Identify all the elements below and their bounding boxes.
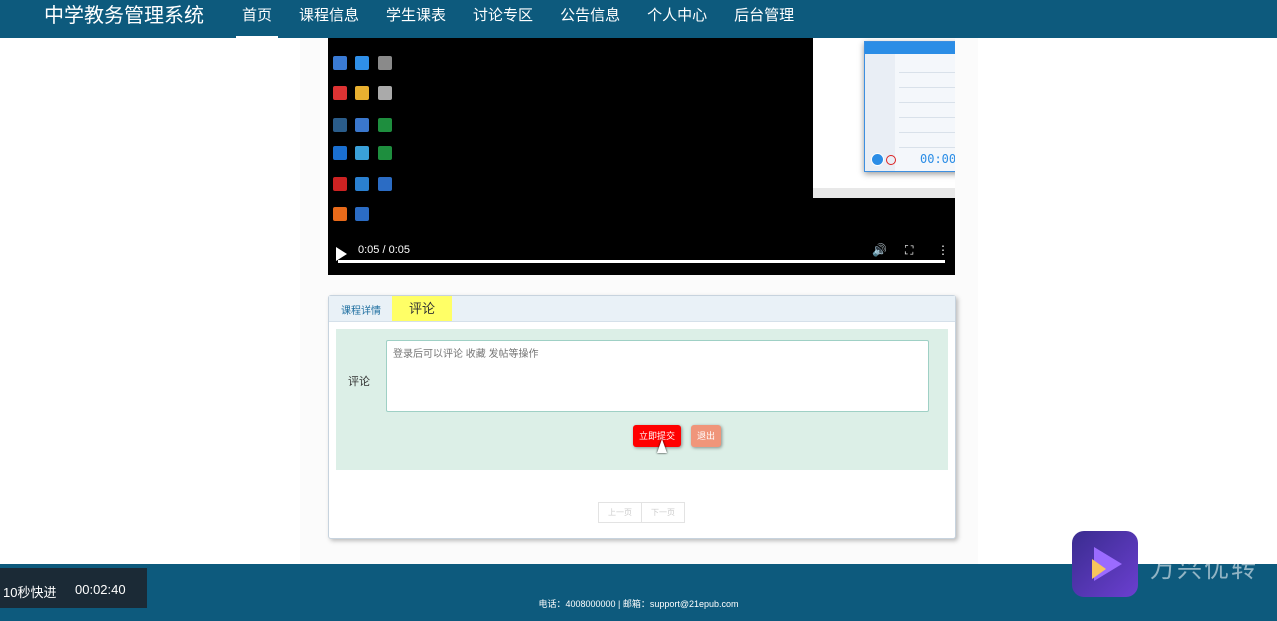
watermark-text: 万兴优转 [1150, 555, 1259, 583]
pager: 上一页 下一页 [598, 502, 685, 523]
mouse-cursor-icon [657, 439, 667, 453]
nav-menu: 首页 课程信息 学生课表 讨论专区 公告信息 个人中心 后台管理 [236, 0, 821, 39]
top-nav: 中学教务管理系统 首页 课程信息 学生课表 讨论专区 公告信息 个人中心 后台管… [0, 0, 1277, 39]
video-player[interactable]: 00:00:05 0:05 / 0:05 🔊 ⛶ ⋮ [328, 38, 955, 275]
dialog-row [899, 147, 955, 148]
dialog-header [865, 42, 955, 54]
next-page-button[interactable]: 下一页 [642, 502, 685, 523]
desktop-app-icon [333, 146, 347, 160]
watermark-logo-icon [1072, 531, 1138, 597]
desktop-app-icon [355, 177, 369, 191]
video-time: 0:05 / 0:05 [358, 244, 410, 256]
word-icon [378, 177, 392, 191]
logo-accent-shape [1092, 559, 1106, 579]
video-progress-bar[interactable] [338, 260, 945, 263]
desktop-app-icon [333, 86, 347, 100]
recorder-timer: 00:00:05 [920, 152, 955, 166]
nav-item-forum[interactable]: 讨论专区 [473, 0, 533, 36]
fullscreen-icon[interactable]: ⛶ [905, 243, 913, 258]
dialog-row [899, 102, 955, 103]
nav-item-admin[interactable]: 后台管理 [734, 0, 794, 36]
dialog-row [899, 117, 955, 118]
tab-course-details[interactable]: 课程详情 [341, 302, 381, 317]
record-icon [871, 153, 884, 166]
desktop-app-icon [333, 118, 347, 132]
nav-item-announcements[interactable]: 公告信息 [560, 0, 620, 36]
recorder-dialog: 00:00:05 [864, 41, 955, 172]
play-icon[interactable] [336, 247, 347, 261]
nav-item-courses[interactable]: 课程信息 [299, 0, 359, 36]
desktop-app-icon [378, 86, 392, 100]
playback-overlay: 10秒快进 00:02:40 [0, 568, 147, 608]
desktop-folder-icon [355, 86, 369, 100]
more-vert-icon[interactable]: ⋮ [937, 243, 949, 257]
video-controls: 0:05 / 0:05 🔊 ⛶ ⋮ [328, 235, 955, 275]
desktop-app-icon [378, 56, 392, 70]
desktop-app-icon [355, 118, 369, 132]
stop-icon [886, 155, 896, 165]
comment-label: 评论 [348, 376, 370, 388]
desktop-app-icon [355, 146, 369, 160]
prev-page-button[interactable]: 上一页 [598, 502, 642, 523]
app-title: 中学教务管理系统 [44, 5, 204, 27]
nav-item-profile[interactable]: 个人中心 [647, 0, 707, 36]
taskbar-strip [813, 188, 955, 198]
exit-button[interactable]: 退出 [691, 425, 721, 447]
desktop-app-icon [333, 207, 347, 221]
fast-forward-button[interactable]: 10秒快进 [3, 582, 56, 601]
word-icon [355, 207, 369, 221]
desktop-app-icon [333, 56, 347, 70]
footer-contact: 电话：4008000000 | 邮箱：support@21epub.com [538, 599, 739, 609]
excel-icon [378, 118, 392, 132]
dialog-row [899, 87, 955, 88]
comment-form: 评论 立即提交 退出 [336, 329, 948, 470]
elapsed-time: 00:02:40 [75, 582, 126, 597]
comment-panel: 课程详情 评论 评论 立即提交 退出 上一页 下一页 [328, 295, 956, 539]
desktop-app-icon [355, 56, 369, 70]
nav-item-schedule[interactable]: 学生课表 [386, 0, 446, 36]
panel-tabs: 课程详情 评论 [329, 296, 955, 322]
dialog-row [899, 72, 955, 73]
volume-icon[interactable]: 🔊 [872, 243, 887, 257]
excel-icon [378, 146, 392, 160]
dialog-row [899, 132, 955, 133]
comment-textarea[interactable] [386, 340, 929, 412]
desktop-app-icon [333, 177, 347, 191]
nav-item-home[interactable]: 首页 [236, 0, 279, 39]
tab-comments[interactable]: 评论 [392, 296, 452, 321]
